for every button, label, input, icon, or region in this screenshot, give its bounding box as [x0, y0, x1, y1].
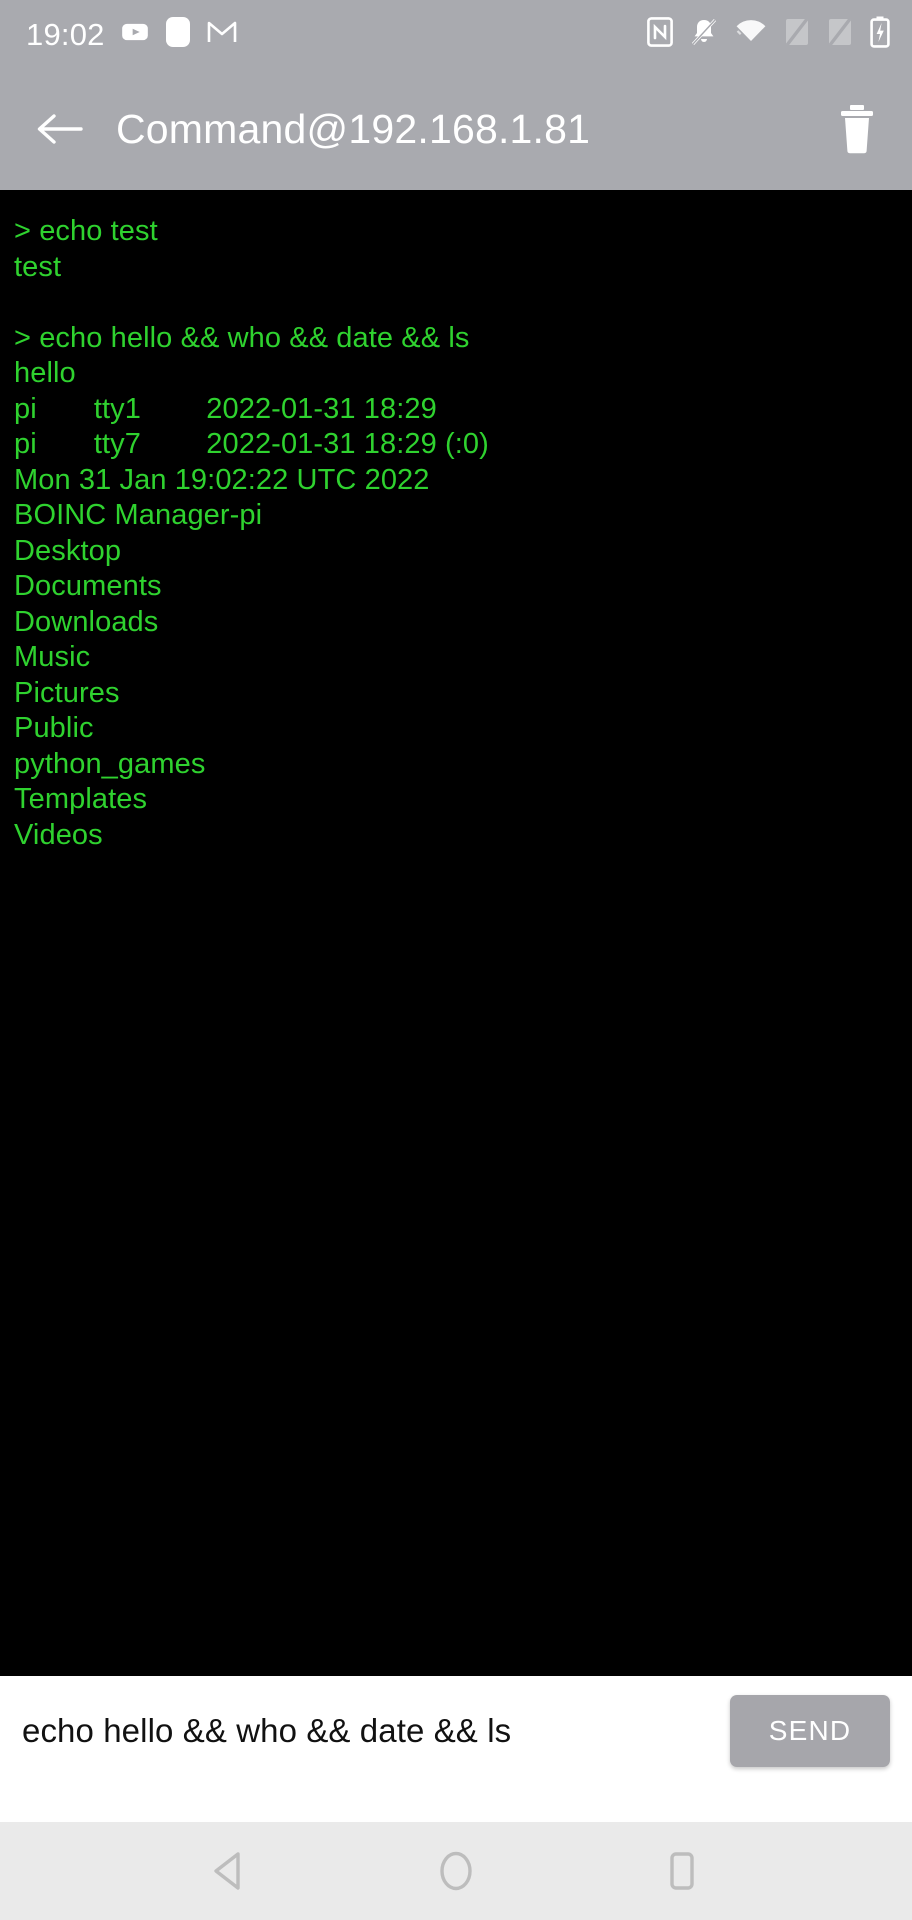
terminal-line: Templates	[14, 783, 148, 815]
terminal-line: pi tty7 2022-01-31 18:29 (:0)	[14, 428, 489, 460]
terminal-line: BOINC Manager-pi	[14, 499, 263, 531]
notifications-muted-icon	[690, 17, 718, 52]
nav-back-button[interactable]	[193, 1834, 267, 1908]
page-title: Command@192.168.1.81	[116, 105, 591, 152]
nav-recents-button[interactable]	[645, 1834, 719, 1908]
command-input[interactable]	[14, 1712, 730, 1750]
terminal-line: hello	[14, 357, 76, 389]
nfc-icon	[647, 16, 673, 52]
status-clock: 19:02	[26, 16, 105, 52]
terminal-line: test	[14, 250, 62, 283]
terminal-line: Pictures	[14, 676, 120, 709]
command-input-bar: SEND	[0, 1676, 912, 1786]
clear-button[interactable]	[828, 98, 886, 160]
terminal-line: Music	[14, 641, 91, 673]
terminal-line: Videos	[14, 818, 103, 851]
status-bar: 19:02	[0, 0, 912, 68]
trash-icon	[841, 105, 873, 154]
android-nav-bar	[0, 1822, 912, 1920]
back-button[interactable]	[30, 100, 88, 158]
terminal-line: Documents	[14, 570, 162, 602]
wifi-icon	[735, 19, 767, 50]
app-bar: Command@192.168.1.81	[0, 68, 912, 190]
terminal-output[interactable]: > echo test test > echo hello && who && …	[0, 190, 912, 1676]
arrow-left-icon	[37, 114, 83, 144]
terminal-line: Public	[14, 712, 94, 744]
terminal-line: Mon 31 Jan 19:02:22 UTC 2022	[14, 463, 430, 496]
square-recents-icon	[670, 1852, 694, 1890]
terminal-line: Downloads	[14, 605, 159, 638]
send-button[interactable]: SEND	[730, 1695, 890, 1767]
terminal-line: > echo test	[14, 215, 158, 247]
gmail-icon	[207, 19, 237, 50]
signal-off-2-icon	[827, 17, 853, 52]
terminal-line: python_games	[14, 747, 206, 780]
terminal-line: pi tty1 2022-01-31 18:29	[14, 392, 437, 425]
triangle-back-icon	[214, 1852, 240, 1890]
circle-home-icon	[440, 1851, 472, 1891]
nav-home-button[interactable]	[419, 1834, 493, 1908]
status-bar-left: 19:02	[26, 16, 237, 53]
input-bar-spacer	[0, 1786, 912, 1822]
status-bar-right	[647, 16, 890, 53]
terminal-line: Desktop	[14, 534, 122, 567]
signal-off-1-icon	[784, 17, 810, 52]
youtube-icon	[121, 18, 149, 51]
terminal-line: > echo hello && who && date && ls	[14, 321, 470, 354]
rounded-square-icon	[165, 16, 191, 53]
phone-screen: 19:02 Command@192.168.1.81 > echo test t…	[0, 0, 912, 1920]
battery-charging-icon	[870, 16, 890, 53]
